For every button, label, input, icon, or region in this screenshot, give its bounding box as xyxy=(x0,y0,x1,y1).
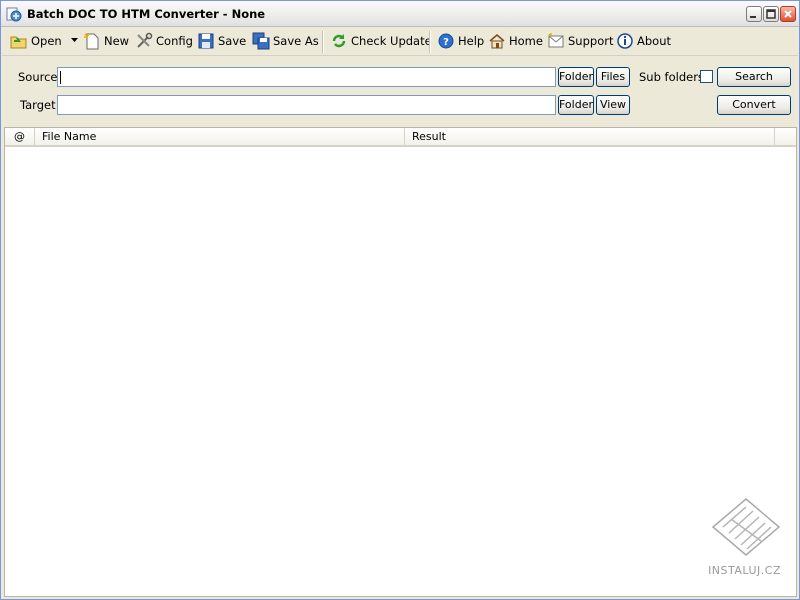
column-header-status[interactable]: @ xyxy=(5,128,35,145)
open-button[interactable]: Open xyxy=(10,31,62,51)
open-dropdown-icon[interactable] xyxy=(70,35,80,45)
support-label: Support xyxy=(568,34,614,48)
help-label: Help xyxy=(458,34,485,48)
minimize-button[interactable] xyxy=(746,6,762,22)
home-icon xyxy=(488,32,506,50)
check-update-button[interactable]: Check Update xyxy=(330,31,432,51)
watermark-text: INSTALUJ.CZ xyxy=(708,564,781,577)
tools-icon xyxy=(135,32,153,50)
help-button[interactable]: ? Help xyxy=(437,31,484,51)
info-icon xyxy=(616,32,634,50)
support-button[interactable]: Support xyxy=(547,31,613,51)
subfolders-checkbox[interactable] xyxy=(700,70,713,83)
list-body[interactable] xyxy=(5,147,796,596)
source-label: Source xyxy=(18,70,58,84)
close-button[interactable] xyxy=(780,6,796,22)
search-button[interactable]: Search xyxy=(717,67,791,87)
toolbar: Open New Config Save Save As Check Updat… xyxy=(2,27,798,56)
path-form: Source Folder Files Sub folders Search T… xyxy=(2,57,798,125)
app-window: Batch DOC TO HTM Converter - None Open N… xyxy=(0,0,800,600)
target-input[interactable] xyxy=(57,95,556,115)
files-button[interactable]: Files xyxy=(596,67,630,87)
column-header-result[interactable]: Result xyxy=(405,128,775,145)
target-label: Target xyxy=(20,98,56,112)
view-button[interactable]: View xyxy=(596,95,630,115)
window-title: Batch DOC TO HTM Converter - None xyxy=(27,7,266,21)
config-button[interactable]: Config xyxy=(135,31,193,51)
subfolders-label[interactable]: Sub folders xyxy=(639,70,704,84)
list-header: @ File Name Result xyxy=(5,128,796,147)
save-label: Save xyxy=(218,34,247,48)
title-bar[interactable]: Batch DOC TO HTM Converter - None xyxy=(1,1,799,27)
svg-text:?: ? xyxy=(443,37,449,48)
save-as-label: Save As xyxy=(273,34,319,48)
new-button[interactable]: New xyxy=(83,31,129,51)
save-as-icon xyxy=(252,32,270,50)
column-header-file-name[interactable]: File Name xyxy=(35,128,405,145)
save-button[interactable]: Save xyxy=(197,31,246,51)
text-caret xyxy=(60,71,61,84)
app-icon[interactable] xyxy=(6,6,22,22)
save-as-button[interactable]: Save As xyxy=(252,31,319,51)
help-icon: ? xyxy=(437,32,455,50)
target-folder-button[interactable]: Folder xyxy=(558,95,594,115)
toolbar-separator xyxy=(429,31,431,53)
convert-button[interactable]: Convert xyxy=(717,95,791,115)
home-button[interactable]: Home xyxy=(488,31,543,51)
file-list[interactable]: @ File Name Result xyxy=(4,127,797,597)
source-input[interactable] xyxy=(57,67,556,87)
new-document-icon xyxy=(83,32,101,50)
new-label: New xyxy=(104,34,130,48)
maximize-button[interactable] xyxy=(763,6,779,22)
source-folder-button[interactable]: Folder xyxy=(558,67,594,87)
mail-icon xyxy=(547,32,565,50)
toolbar-separator xyxy=(322,31,324,53)
floppy-disk-icon xyxy=(197,32,215,50)
open-folder-icon xyxy=(10,32,28,50)
config-label: Config xyxy=(156,34,193,48)
check-update-label: Check Update xyxy=(351,34,432,48)
home-label: Home xyxy=(509,34,543,48)
about-button[interactable]: About xyxy=(616,31,671,51)
about-label: About xyxy=(637,34,672,48)
refresh-icon xyxy=(330,32,348,50)
open-label: Open xyxy=(31,34,62,48)
